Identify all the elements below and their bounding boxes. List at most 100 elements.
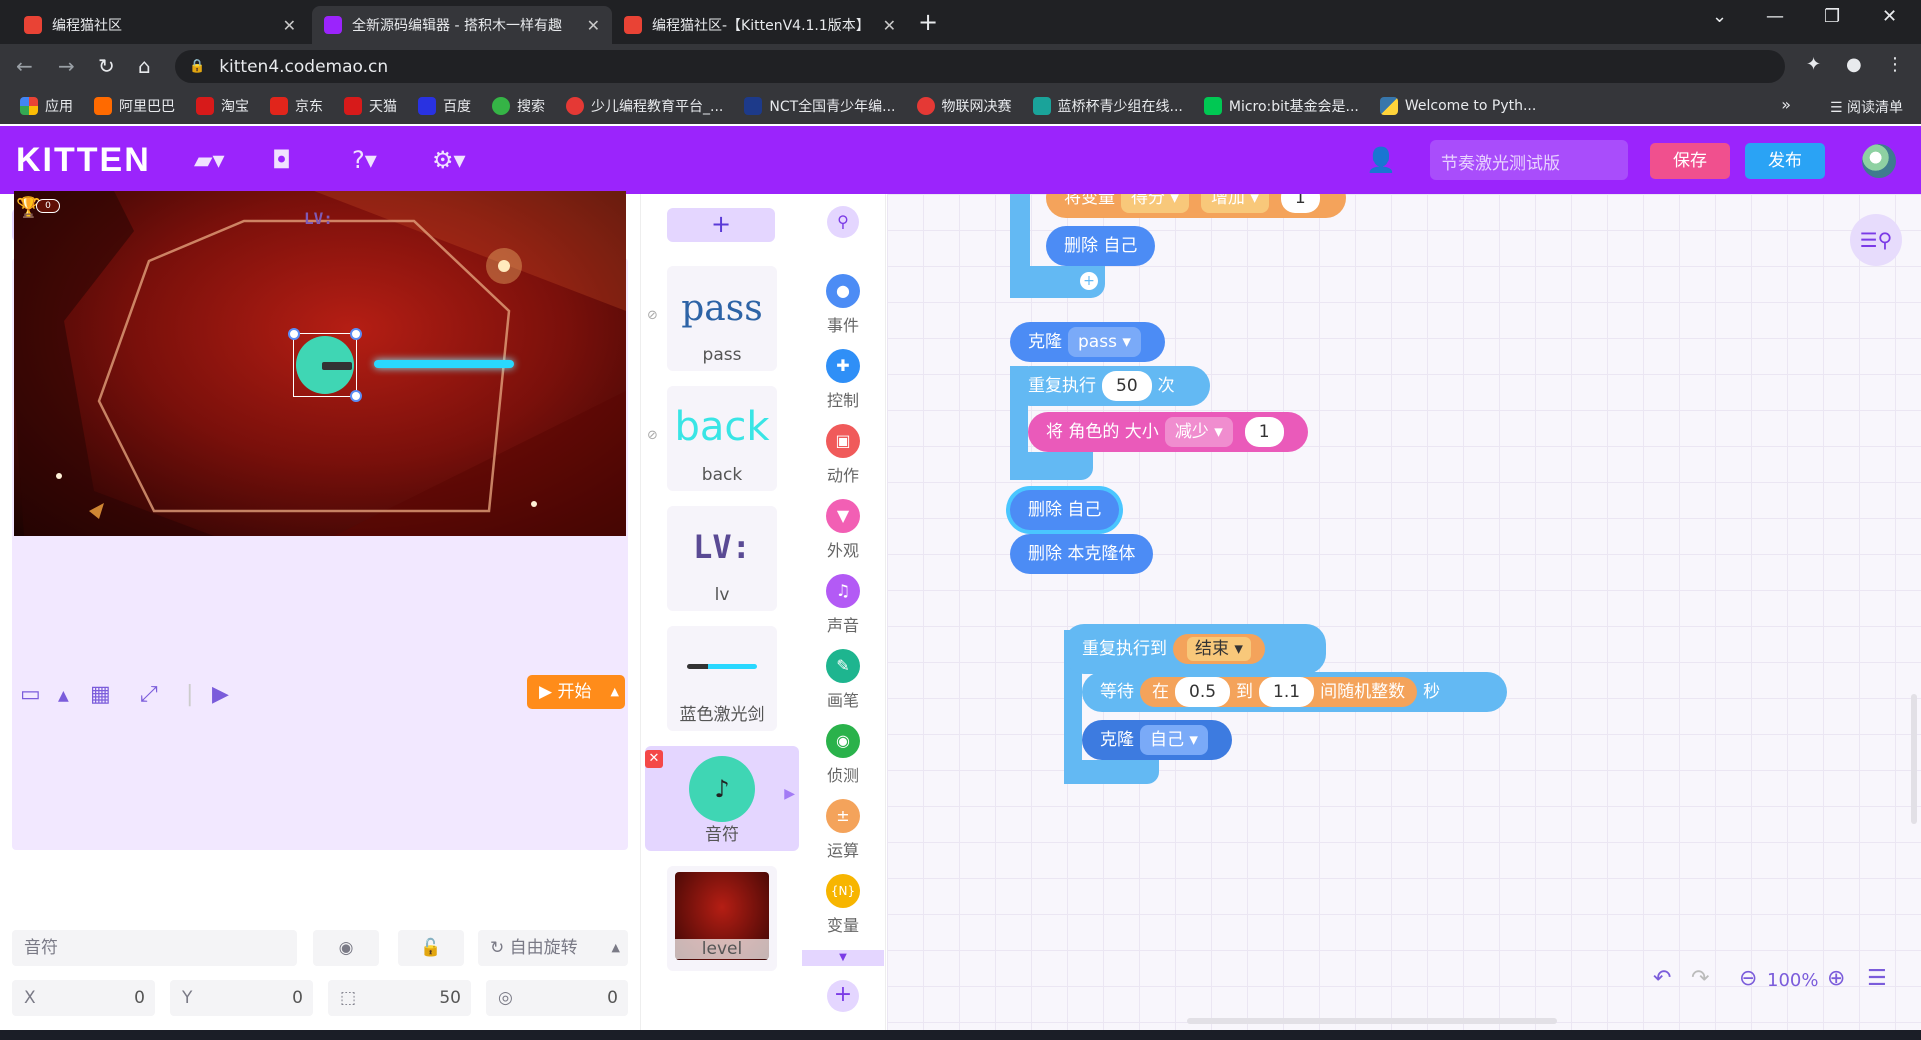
category-control[interactable]: ✚ 控制 [800,349,886,411]
size-op-dropdown[interactable]: 减少 ▾ [1164,417,1233,447]
start-button[interactable]: ▶ 开始 ▲ [527,675,625,709]
sprite-name-field[interactable]: 音符 [12,930,297,966]
zoom-in-icon[interactable]: ⊕ [1827,966,1845,991]
zoom-out-icon[interactable]: ⊖ [1739,966,1757,991]
repeat-until-block[interactable]: 重复执行到 结束 ▾ [1064,624,1326,674]
bookmark-kids-coding[interactable]: 少儿编程教育平台_... [566,96,723,116]
hidden-eye-icon[interactable]: ⊘ [647,308,658,323]
close-window-button[interactable]: ✕ [1882,6,1897,27]
restore-button[interactable]: ❐ [1824,6,1840,27]
kitten-logo[interactable]: KITTEN [16,141,151,180]
home-icon[interactable]: ⌂ [138,54,151,78]
direction-field[interactable]: ◎ 0 [486,980,628,1016]
rotation-mode-select[interactable]: ↻ 自由旋转 ▲ [478,930,628,966]
close-tab-icon[interactable]: ✕ [283,16,296,35]
random-integer-block[interactable]: 在 0.5 到 1.1 间随机整数 [1140,677,1418,707]
repeat-count-input[interactable]: 50 [1102,371,1152,401]
category-motion[interactable]: ▣ 动作 [800,424,886,486]
condition-dropdown[interactable]: 结束 ▾ [1187,637,1251,661]
variable-dropdown[interactable]: 得分 ▾ [1121,194,1189,213]
bookmark-nct[interactable]: NCT全国青少年编... [744,96,896,116]
bookmark-taobao[interactable]: 淘宝 [196,96,249,116]
clone-target-dropdown[interactable]: pass ▾ [1068,327,1141,357]
operation-dropdown[interactable]: 增加 ▾ [1200,194,1269,213]
y-field[interactable]: Y0 [170,980,313,1016]
delete-clone-block[interactable]: 删除 本克隆体 [1010,534,1154,574]
sprite-card-note[interactable]: ♪ ▶ 音符 [645,746,799,851]
fullscreen-icon[interactable]: ⤢ [140,682,158,707]
code-search-icon[interactable]: ☰⚲ [1850,214,1902,266]
resize-handle[interactable] [350,328,362,340]
new-tab-button[interactable]: + [918,8,938,36]
category-operators[interactable]: ± 运算 [800,799,886,861]
lock-icon[interactable]: 🔒 [189,59,205,74]
forward-icon[interactable]: → [58,54,75,78]
delete-self-block[interactable]: 删除 自己 [1046,226,1156,266]
delete-sprite-icon[interactable]: ✕ [645,750,663,768]
category-variables[interactable]: {N} 变量 [800,874,886,936]
delete-self-block[interactable]: 删除 自己 [1010,490,1120,530]
category-pen[interactable]: ✎ 画笔 [800,649,886,711]
code-workspace[interactable]: 将变量 得分 ▾ 增加 ▾ 1 删除 自己 + 克隆 pass ▾ 重复执行 50 次 将 … [887,194,1921,1034]
close-tab-icon[interactable]: ✕ [883,16,896,35]
reload-icon[interactable]: ↻ [98,54,115,78]
bookmark-search[interactable]: 搜索 [492,96,545,116]
sprite-card-lv[interactable]: LV: lv [667,506,777,611]
condition-slot[interactable]: 结束 ▾ [1173,634,1265,664]
profile-icon[interactable]: ● [1846,54,1862,75]
sprite-card-back[interactable]: back back [667,386,777,491]
publish-button[interactable]: 发布 [1745,143,1825,179]
bookmark-apps[interactable]: 应用 [20,96,73,116]
repeat-block[interactable]: 重复执行 50 次 [1010,366,1210,406]
caret-up-icon[interactable]: ▲ [58,688,69,704]
bookmark-lanqiao[interactable]: 蓝桥杯青少组在线... [1032,96,1183,116]
sprite-card-laser-sword[interactable]: 蓝色激光剑 [667,626,777,731]
hidden-eye-icon[interactable]: ⊘ [647,428,658,443]
clone-self-block[interactable]: 克隆 自己 ▾ [1082,720,1232,760]
visibility-toggle[interactable]: ◉ [313,930,379,966]
x-field[interactable]: X0 [12,980,155,1016]
change-variable-block[interactable]: 将变量 得分 ▾ 增加 ▾ 1 [1046,194,1346,218]
category-looks[interactable]: ▼ 外观 [800,499,886,561]
bookmark-jd[interactable]: 京东 [270,96,323,116]
add-extension-button[interactable]: + [827,980,859,1012]
random-max-input[interactable]: 1.1 [1259,677,1315,707]
wait-block[interactable]: 等待在 0.5 到 1.1 间随机整数秒 [1082,672,1507,712]
tab-codemao-community[interactable]: 编程猫社区 ✕ [12,6,308,44]
more-bookmarks-icon[interactable]: » [1781,95,1791,114]
help-icon[interactable]: ?▾ [352,146,377,174]
sprite-card-level[interactable]: level [667,866,777,971]
bookmark-iot-final[interactable]: 物联网决赛 [916,96,1012,116]
scroll-down-icon[interactable]: ▼ [802,950,884,966]
bookmark-python[interactable]: Welcome to Pyth... [1379,97,1536,115]
sprite-card-pass[interactable]: pass pass [667,266,777,371]
vertical-scrollbar[interactable] [1911,694,1917,824]
clone-block[interactable]: 克隆 pass ▾ [1010,322,1165,362]
search-blocks-icon[interactable]: ⚲ [827,206,859,238]
lock-toggle[interactable]: 🔓 [398,930,464,966]
project-name-input[interactable]: 节奏激光测试版 [1430,140,1628,180]
change-size-block[interactable]: 将 角色的 大小 减少 ▾ 1 [1028,412,1308,452]
caret-up-icon[interactable]: ▲ [611,675,619,709]
bookmark-microbit[interactable]: Micro:bit基金会是... [1203,96,1359,116]
reading-list[interactable]: ☰ 阅读清单 [1830,97,1903,117]
category-sound[interactable]: ♫ 声音 [800,574,886,636]
tab-search-icon[interactable]: ⌄ [1712,6,1727,27]
category-events[interactable]: ● 事件 [800,274,886,336]
random-min-input[interactable]: 0.5 [1175,677,1231,707]
user-avatar[interactable] [1862,144,1896,178]
back-icon[interactable]: ← [16,54,33,78]
stage-canvas[interactable]: 🏆 0 LV: [14,191,626,536]
align-blocks-icon[interactable]: ☰ [1867,966,1887,991]
selected-sprite-note[interactable] [288,328,362,402]
horizontal-scrollbar[interactable] [1187,1018,1557,1024]
save-button[interactable]: 保存 [1650,143,1730,179]
folder-icon[interactable]: ▰▾ [194,146,225,174]
clone-target-dropdown[interactable]: 自己 ▾ [1140,725,1208,755]
grid-icon[interactable]: ▦ [90,682,111,707]
expand-arrow-icon[interactable]: ▶ [784,786,795,802]
resize-handle[interactable] [350,390,362,402]
redo-icon[interactable]: ↷ [1691,966,1709,991]
bookmark-baidu[interactable]: 百度 [418,96,471,116]
bookmark-alibaba[interactable]: 阿里巴巴 [94,96,175,116]
